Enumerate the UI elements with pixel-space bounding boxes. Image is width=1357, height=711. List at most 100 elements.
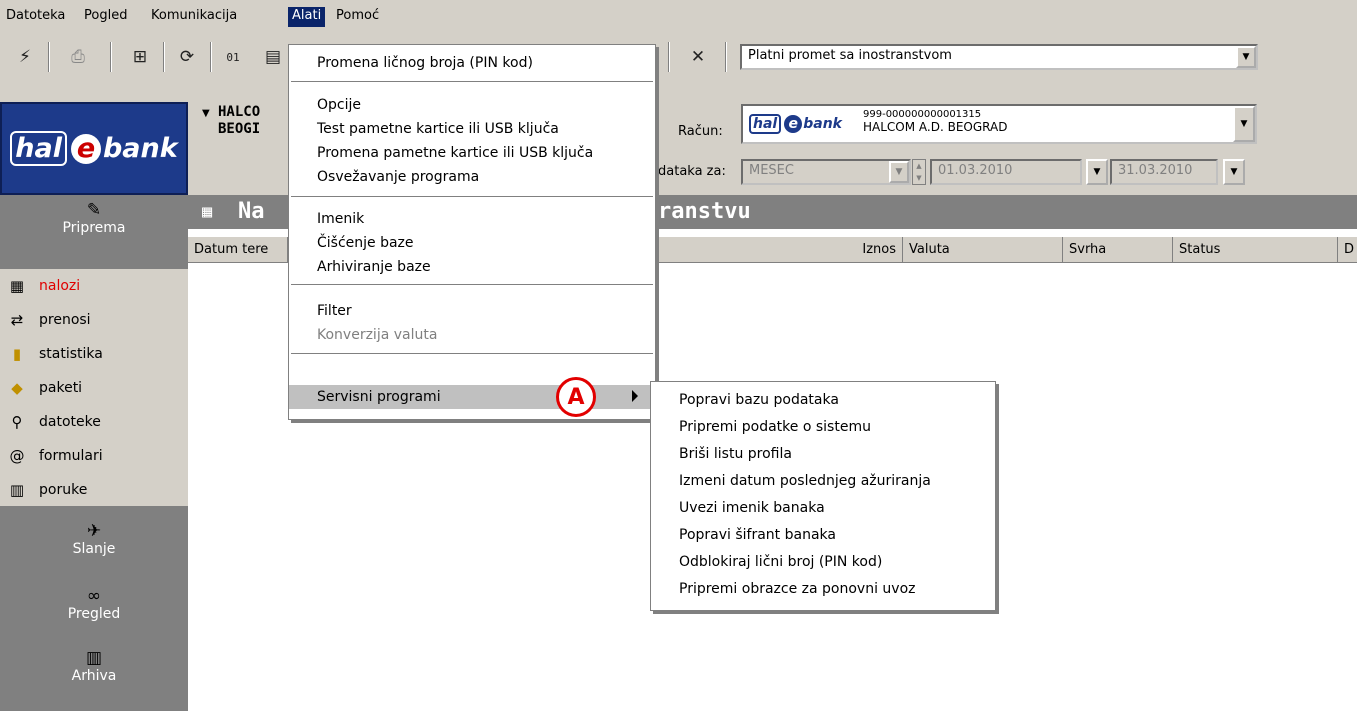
triangle-down-icon[interactable]: ▼ bbox=[202, 108, 210, 119]
sidebar-item-datoteke[interactable]: ⚲ datoteke bbox=[0, 405, 188, 439]
date-to-picker[interactable]: ▼ bbox=[1223, 159, 1245, 185]
section-slanje[interactable]: ✈ Slanje bbox=[0, 521, 188, 557]
sidebar-item-label: paketi bbox=[39, 380, 83, 396]
period-label: dataka za: bbox=[658, 164, 726, 179]
col-datum[interactable]: Datum tere bbox=[188, 237, 288, 263]
menu-item-filter[interactable]: Filter bbox=[289, 299, 655, 323]
menubar: Datoteka Pogled Komunikacija Alati Pomoć bbox=[0, 0, 1357, 32]
date-from-picker[interactable]: ▼ bbox=[1086, 159, 1108, 185]
sidebar-item-label: formulari bbox=[39, 448, 103, 464]
toolbar-separator bbox=[668, 42, 670, 72]
menu-pogled[interactable]: Pogled bbox=[80, 7, 131, 27]
menu-item-promena-kartice[interactable]: Promena pametne kartice ili USB ključa bbox=[289, 141, 655, 165]
logo-e: e bbox=[70, 133, 101, 164]
menu-separator bbox=[291, 196, 653, 198]
package-icon: ◆ bbox=[11, 379, 23, 397]
submenu-item-pripremi-podatke[interactable]: Pripremi podatke o sistemu bbox=[651, 415, 995, 439]
payment-type-select[interactable]: Platni promet sa inostranstvom ▼ bbox=[740, 44, 1258, 70]
col-d[interactable]: D bbox=[1338, 237, 1357, 263]
sidebar-item-label: prenosi bbox=[39, 312, 91, 328]
menu-alati[interactable]: Alati bbox=[288, 7, 326, 27]
orders-icon: ▦ bbox=[9, 277, 25, 295]
sidebar-item-prenosi[interactable]: ⇄ prenosi bbox=[0, 303, 188, 337]
menu-pomoc[interactable]: Pomoć bbox=[332, 7, 383, 27]
menu-datoteka[interactable]: Datoteka bbox=[2, 7, 69, 27]
halebank-small-logo: hal e bank bbox=[749, 114, 842, 134]
toolbar-separator bbox=[210, 42, 212, 72]
submenu-item-pripremi-obrazce[interactable]: Pripremi obrazce za ponovni uvoz bbox=[651, 577, 995, 601]
sync-icon[interactable]: ⟳ bbox=[172, 42, 202, 72]
menu-item-test-kartice[interactable]: Test pametne kartice ili USB ključa bbox=[289, 117, 655, 141]
account-details: 999-000000000001315 HALCOM A.D. BEOGRAD bbox=[863, 108, 1007, 134]
menu-item-imenik[interactable]: Imenik bbox=[289, 207, 655, 231]
submenu-item-brisi-profile[interactable]: Briši listu profila bbox=[651, 442, 995, 466]
message-icon: ▥ bbox=[9, 481, 25, 499]
send-icon: ✈ bbox=[86, 521, 102, 541]
chevron-down-icon[interactable]: ▼ bbox=[1233, 106, 1255, 142]
date-from-field[interactable]: 01.03.2010 bbox=[930, 159, 1082, 185]
section-priprema[interactable]: ✎ Priprema bbox=[0, 200, 188, 236]
period-select[interactable]: MESEC ▼ bbox=[741, 159, 911, 185]
print-icon[interactable]: ⎙ bbox=[63, 42, 93, 72]
col-status[interactable]: Status bbox=[1173, 237, 1338, 263]
account-select[interactable]: hal e bank 999-000000000001315 HALCOM A.D.… bbox=[741, 104, 1257, 144]
binary-icon[interactable]: 01 bbox=[218, 42, 248, 72]
menu-item-konverzija: Konverzija valuta bbox=[317, 327, 438, 343]
menu-item-osvezavanje[interactable]: Osvežavanje programa bbox=[289, 165, 655, 189]
chevron-down-icon[interactable]: ▼ bbox=[889, 161, 909, 183]
spinner[interactable]: ▲ ▼ bbox=[912, 159, 926, 185]
chevron-down-icon[interactable]: ▼ bbox=[1236, 46, 1256, 68]
company-name: HALCO BEOGI bbox=[218, 104, 261, 137]
doc-icon[interactable]: ▤ bbox=[258, 42, 288, 72]
file-icon: ⚲ bbox=[11, 413, 23, 431]
logo-bank: bank bbox=[102, 133, 178, 164]
menu-item-arhiviranje[interactable]: Arhiviranje baze bbox=[289, 255, 655, 279]
sidebar-items: ▦ nalozi ⇄ prenosi ▮ statistika ◆ paketi… bbox=[0, 269, 188, 506]
submenu-item-popravi-sifrant[interactable]: Popravi šifrant banaka bbox=[651, 523, 995, 547]
account-owner: HALCOM A.D. BEOGRAD bbox=[863, 120, 1008, 134]
sidebar-item-statistika[interactable]: ▮ statistika bbox=[0, 337, 188, 371]
transfer-icon: ⇄ bbox=[10, 311, 24, 329]
annotation-a: A bbox=[556, 377, 596, 417]
date-to-field[interactable]: 31.03.2010 bbox=[1110, 159, 1218, 185]
account-label: Račun: bbox=[678, 124, 723, 139]
sidebar-item-formulari[interactable]: @ formulari bbox=[0, 439, 188, 473]
sidebar-item-poruke[interactable]: ▥ poruke bbox=[0, 473, 188, 507]
edit-icon: ✎ bbox=[86, 200, 102, 220]
sidebar-item-label: nalozi bbox=[39, 278, 81, 294]
sidebar-item-paketi[interactable]: ◆ paketi bbox=[0, 371, 188, 405]
sidebar-item-nalozi[interactable]: ▦ nalozi bbox=[0, 269, 188, 303]
section-slanje-label: Slanje bbox=[72, 541, 116, 557]
section-arhiva[interactable]: ▥ Arhiva bbox=[0, 648, 188, 684]
signal-icon[interactable]: ⚡ bbox=[10, 42, 40, 72]
alati-menu: Promena ličnog broja (PIN kod) Opcije Te… bbox=[288, 44, 656, 420]
submenu-item-popravi-bazu[interactable]: Popravi bazu podataka bbox=[651, 388, 995, 412]
submenu-item-izmeni-datum[interactable]: Izmeni datum poslednjeg ažuriranja bbox=[651, 469, 995, 493]
menu-komunikacija[interactable]: Komunikacija bbox=[147, 7, 241, 27]
sidebar: hal e bank ✎ Priprema ▦ nalozi ⇄ prenosi ▮… bbox=[0, 102, 188, 711]
submenu-item-uvezi-imenik[interactable]: Uvezi imenik banaka bbox=[651, 496, 995, 520]
menu-item-opcije[interactable]: Opcije bbox=[289, 93, 655, 117]
section-pregled[interactable]: ∞ Pregled bbox=[0, 586, 188, 622]
menu-separator bbox=[291, 353, 653, 355]
sidebar-item-label: datoteke bbox=[39, 414, 101, 430]
logo-hal: hal bbox=[10, 131, 67, 166]
menu-item-ciscenje[interactable]: Čišćenje baze bbox=[289, 231, 655, 255]
toolbar-separator bbox=[110, 42, 112, 72]
menu-item-servisni[interactable]: Servisni programi bbox=[289, 385, 655, 409]
submenu-arrow-icon bbox=[632, 390, 638, 402]
archive-icon: ▥ bbox=[85, 648, 103, 668]
col-svrha[interactable]: Svrha bbox=[1063, 237, 1173, 263]
section-priprema-label: Priprema bbox=[62, 220, 126, 236]
toolbar-separator bbox=[48, 42, 50, 72]
menu-item-pin[interactable]: Promena ličnog broja (PIN kod) bbox=[289, 51, 655, 75]
menu-separator bbox=[291, 81, 653, 83]
section-pregled-label: Pregled bbox=[67, 606, 121, 622]
book-icon[interactable]: ⊞ bbox=[125, 42, 155, 72]
section-arhiva-label: Arhiva bbox=[71, 668, 117, 684]
servisni-submenu: Popravi bazu podataka Pripremi podatke o… bbox=[650, 381, 996, 611]
col-valuta[interactable]: Valuta bbox=[903, 237, 1063, 263]
submenu-item-odblokiraj-pin[interactable]: Odblokiraj lični broj (PIN kod) bbox=[651, 550, 995, 574]
tools-icon[interactable]: ✕ bbox=[683, 42, 713, 72]
form-icon: @ bbox=[9, 447, 25, 465]
